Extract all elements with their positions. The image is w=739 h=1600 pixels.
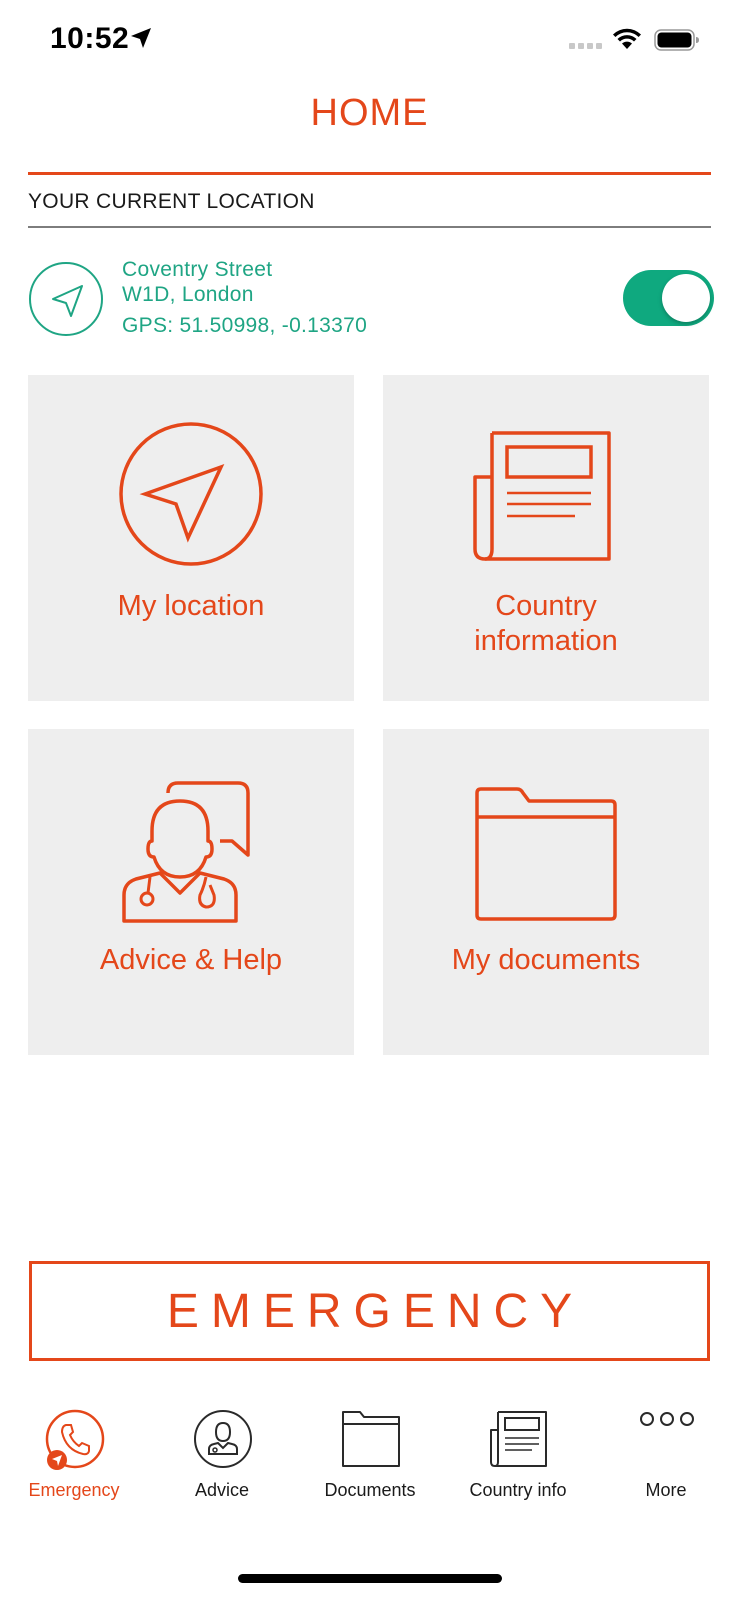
location-sharing-toggle[interactable] bbox=[623, 270, 714, 326]
location-arrow-icon bbox=[119, 422, 263, 566]
tab-documents[interactable]: Documents bbox=[296, 1400, 444, 1520]
tab-label: Advice bbox=[194, 1480, 250, 1500]
location-services-icon bbox=[131, 28, 151, 48]
tile-label: My location bbox=[117, 590, 265, 622]
location-city: W1D, London bbox=[122, 283, 254, 306]
cellular-signal-icon bbox=[569, 43, 602, 49]
title-divider bbox=[28, 172, 711, 175]
more-icon bbox=[640, 1412, 694, 1426]
tab-label: Documents bbox=[324, 1480, 416, 1500]
doctor-icon bbox=[194, 1410, 252, 1468]
tab-bar: Emergency Advice Documents Country info bbox=[0, 1400, 739, 1520]
location-street: Coventry Street bbox=[122, 258, 273, 281]
tab-country-info[interactable]: Country info bbox=[444, 1400, 592, 1520]
location-gps: GPS: 51.50998, -0.13370 bbox=[122, 314, 368, 337]
emergency-button[interactable]: EMERGENCY bbox=[29, 1261, 710, 1361]
tile-label-line2: information bbox=[474, 625, 618, 657]
page-title: HOME bbox=[310, 92, 429, 134]
newspaper-icon bbox=[490, 1411, 547, 1467]
status-bar: 10:52 bbox=[0, 0, 739, 80]
tab-label: Emergency bbox=[28, 1480, 120, 1500]
tile-label: My documents bbox=[451, 944, 641, 976]
section-divider bbox=[28, 226, 711, 228]
tab-more[interactable]: More bbox=[592, 1400, 739, 1520]
battery-icon bbox=[654, 29, 699, 51]
tile-country-information[interactable]: Country information bbox=[383, 375, 709, 701]
tab-emergency[interactable]: Emergency bbox=[0, 1400, 148, 1520]
folder-icon bbox=[475, 787, 617, 921]
phone-icon bbox=[45, 1409, 105, 1470]
tab-advice[interactable]: Advice bbox=[148, 1400, 296, 1520]
current-location-heading: YOUR CURRENT LOCATION bbox=[28, 190, 315, 213]
tab-label: More bbox=[645, 1480, 687, 1500]
newspaper-icon bbox=[473, 431, 611, 561]
wifi-icon bbox=[613, 28, 641, 49]
tab-label: Country info bbox=[469, 1480, 567, 1500]
doctor-chat-icon bbox=[122, 781, 250, 923]
tile-my-documents[interactable]: My documents bbox=[383, 729, 709, 1055]
folder-icon bbox=[342, 1411, 400, 1467]
toggle-knob bbox=[662, 274, 710, 322]
tile-advice-help[interactable]: Advice & Help bbox=[28, 729, 354, 1055]
navigation-arrow-icon bbox=[52, 285, 83, 317]
tile-my-location[interactable]: My location bbox=[28, 375, 354, 701]
status-time: 10:52 bbox=[50, 22, 130, 55]
tile-label: Advice & Help bbox=[99, 944, 283, 976]
tile-label-line1: Country bbox=[495, 590, 597, 622]
home-indicator[interactable] bbox=[238, 1574, 502, 1583]
location-indicator bbox=[29, 262, 103, 336]
